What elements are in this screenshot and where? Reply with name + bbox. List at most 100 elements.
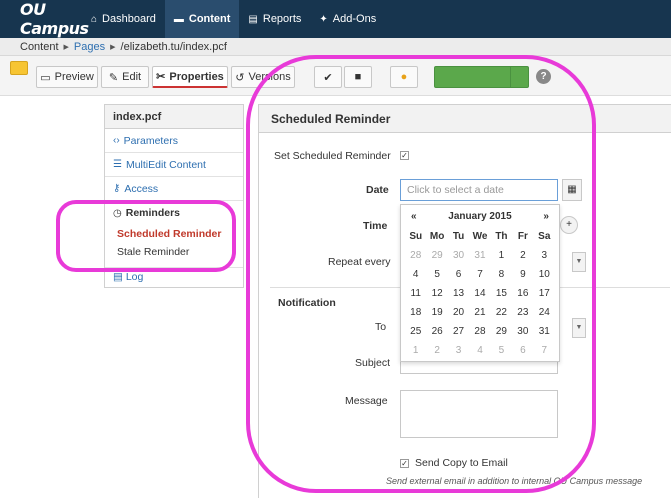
calendar-day[interactable]: 14 xyxy=(469,284,490,303)
nav-content[interactable]: ▬ Content xyxy=(164,0,240,38)
month-title: January 2015 xyxy=(448,210,512,222)
clock-icon[interactable]: + xyxy=(560,216,578,234)
properties-button[interactable]: ✂ Properties xyxy=(152,66,228,88)
sidebar-item-label: MultiEdit Content xyxy=(125,158,206,171)
calendar-day[interactable]: 6 xyxy=(512,341,533,360)
set-reminder-checkbox[interactable]: ✓ xyxy=(400,151,409,160)
properties-label: Properties xyxy=(169,70,224,83)
sidebar-subitem-scheduled-reminder[interactable]: Scheduled Reminder xyxy=(105,225,243,243)
calendar-day[interactable]: 15 xyxy=(491,284,512,303)
sidebar-item-label: Access xyxy=(124,182,159,195)
calendar-day[interactable]: 31 xyxy=(534,322,555,341)
calendar-day[interactable]: 31 xyxy=(469,246,490,265)
message-textarea[interactable] xyxy=(400,390,558,438)
pencil-icon: ✎ xyxy=(108,71,119,84)
sidebar-item-access[interactable]: ⚷ Access xyxy=(105,177,243,201)
calendar-day[interactable]: 28 xyxy=(405,246,426,265)
calendar-day[interactable]: 27 xyxy=(448,322,469,341)
nav-addons-label: Add-Ons xyxy=(332,13,377,25)
calendar-day[interactable]: 2 xyxy=(426,341,447,360)
checkin-button[interactable]: ✔ xyxy=(314,66,342,88)
calendar-day[interactable]: 18 xyxy=(405,303,426,322)
preview-button[interactable]: ▭ Preview xyxy=(36,66,98,88)
day-of-week: Fr xyxy=(517,231,528,242)
calendar-day[interactable]: 29 xyxy=(426,246,447,265)
breadcrumb-content[interactable]: Content xyxy=(20,41,59,53)
prev-month-button[interactable]: « xyxy=(411,211,417,222)
breadcrumb-pages[interactable]: Pages xyxy=(74,41,105,53)
calendar-day[interactable]: 28 xyxy=(469,322,490,341)
lightbulb-icon: ● xyxy=(400,71,408,83)
calendar-day[interactable]: 10 xyxy=(534,265,555,284)
edit-label: Edit xyxy=(122,71,142,83)
calendar-day[interactable]: 5 xyxy=(491,341,512,360)
calendar-day[interactable]: 30 xyxy=(448,246,469,265)
publish-dropdown-toggle[interactable] xyxy=(510,67,528,87)
folder-icon[interactable] xyxy=(10,61,28,75)
sidebar-item-multiedit[interactable]: ☰ MultiEdit Content xyxy=(105,153,243,177)
calendar-day[interactable]: 12 xyxy=(426,284,447,303)
calendar-icon[interactable]: ▦ xyxy=(562,179,582,201)
calendar-day[interactable]: 3 xyxy=(534,246,555,265)
next-month-button[interactable]: » xyxy=(543,211,549,222)
date-input[interactable]: Click to select a date xyxy=(400,179,558,201)
nav-addons[interactable]: ✦ Add-Ons xyxy=(310,0,385,38)
clock-icon: ◷ xyxy=(113,207,122,219)
calendar-day[interactable]: 4 xyxy=(469,341,490,360)
calendar-day[interactable]: 11 xyxy=(405,284,426,303)
sidebar-item-reminders[interactable]: ◷ Reminders xyxy=(105,201,243,225)
calendar-day[interactable]: 1 xyxy=(491,246,512,265)
sidebar-subitem-stale-reminder[interactable]: Stale Reminder xyxy=(105,243,243,261)
calendar-day[interactable]: 9 xyxy=(512,265,533,284)
calendar-day[interactable]: 8 xyxy=(491,265,512,284)
versions-button[interactable]: ↺ Versions xyxy=(231,66,295,88)
calendar-day[interactable]: 24 xyxy=(534,303,555,322)
calendar-day[interactable]: 7 xyxy=(534,341,555,360)
calendar-day[interactable]: 19 xyxy=(426,303,447,322)
calendar-day[interactable]: 7 xyxy=(469,265,490,284)
reminder-button[interactable]: ● xyxy=(390,66,418,88)
publish-button[interactable] xyxy=(434,66,529,88)
calendar-day[interactable]: 1 xyxy=(405,341,426,360)
calendar-day[interactable]: 5 xyxy=(426,265,447,284)
calendar-day[interactable]: 6 xyxy=(448,265,469,284)
to-dropdown-arrow[interactable]: ▼ xyxy=(572,318,586,338)
calendar-day[interactable]: 23 xyxy=(512,303,533,322)
report-icon: ▤ xyxy=(248,13,258,25)
send-copy-label: Send Copy to Email xyxy=(415,457,508,469)
calendar-day[interactable]: 29 xyxy=(491,322,512,341)
plug-icon: ✦ xyxy=(319,13,328,25)
help-icon[interactable]: ? xyxy=(536,69,551,84)
calendar-day[interactable]: 26 xyxy=(426,322,447,341)
day-of-week: Su xyxy=(409,231,423,242)
nav-reports[interactable]: ▤ Reports xyxy=(239,0,310,38)
repeat-dropdown-arrow[interactable]: ▼ xyxy=(572,252,586,272)
app-logo[interactable]: OU Campus xyxy=(0,0,89,38)
sidebar-item-label: Parameters xyxy=(123,134,178,147)
calendar-day[interactable]: 4 xyxy=(405,265,426,284)
sidebar-file-name: index.pcf xyxy=(105,105,243,129)
subject-label: Subject xyxy=(355,357,391,369)
calendar-day[interactable]: 17 xyxy=(534,284,555,303)
date-picker-header: « January 2015 » xyxy=(401,205,559,227)
calendar-day[interactable]: 21 xyxy=(469,303,490,322)
sidebar-item-parameters[interactable]: ‹› Parameters xyxy=(105,129,243,153)
save-button[interactable]: ■ xyxy=(344,66,372,88)
calendar-day[interactable]: 20 xyxy=(448,303,469,322)
calendar-day[interactable]: 3 xyxy=(448,341,469,360)
sidebar-item-log[interactable]: ▤ Log xyxy=(105,267,243,287)
calendar-day[interactable]: 30 xyxy=(512,322,533,341)
send-copy-checkbox[interactable]: ✓ xyxy=(400,459,409,468)
calendar-day[interactable]: 16 xyxy=(512,284,533,303)
chevron-right-icon: ▶ xyxy=(110,43,116,51)
calendar-day[interactable]: 25 xyxy=(405,322,426,341)
tools-icon: ✂ xyxy=(156,71,166,83)
nav-dashboard[interactable]: ⌂ Dashboard xyxy=(82,0,165,38)
date-label: Date xyxy=(366,184,389,196)
nav-content-label: Content xyxy=(188,13,231,25)
calendar-day[interactable]: 13 xyxy=(448,284,469,303)
edit-button[interactable]: ✎ Edit xyxy=(101,66,149,88)
calendar-day[interactable]: 22 xyxy=(491,303,512,322)
day-of-week: Mo xyxy=(429,231,445,242)
calendar-day[interactable]: 2 xyxy=(512,246,533,265)
